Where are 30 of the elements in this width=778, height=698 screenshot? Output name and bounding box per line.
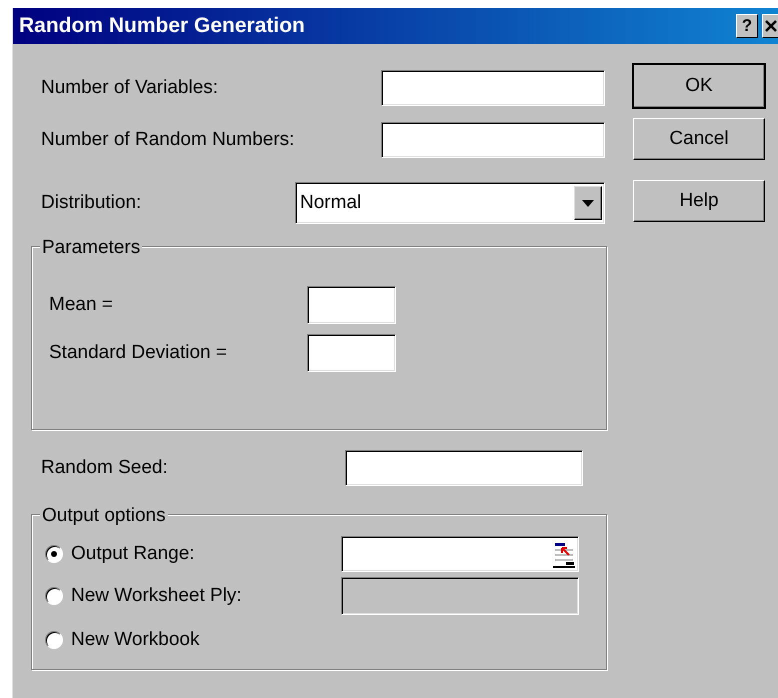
help-button[interactable]: ?	[736, 14, 758, 38]
field-label: Random Seed:	[41, 456, 169, 480]
field-label: Standard Deviation =	[49, 340, 228, 365]
dropdown-button[interactable]	[574, 186, 602, 220]
field-label: Number of Variables:	[41, 76, 218, 100]
caret-icon	[582, 200, 594, 206]
dropdown-field[interactable]: Normal	[295, 182, 605, 224]
dialog-button[interactable]: Help	[633, 180, 765, 222]
field-label: Mean =	[49, 292, 114, 317]
range-select-icon[interactable]	[553, 540, 575, 568]
radio-button[interactable]	[45, 545, 63, 563]
option-label: New Worksheet Ply:	[71, 584, 243, 608]
input-field[interactable]	[345, 450, 583, 486]
option-label: New Workbook	[71, 628, 200, 652]
dialog-button[interactable]: Cancel	[633, 118, 765, 160]
dialog-button[interactable]: OK	[633, 64, 765, 108]
close-button[interactable]	[762, 14, 778, 38]
input-field[interactable]	[307, 334, 396, 372]
input-field[interactable]	[381, 70, 605, 106]
input-field[interactable]	[307, 286, 396, 324]
input-field[interactable]	[341, 536, 579, 572]
field-label: Number of Random Numbers:	[41, 128, 294, 152]
radio-button[interactable]	[45, 587, 63, 605]
option-label: Output Range:	[71, 542, 196, 566]
close-icon	[764, 20, 776, 32]
dropdown-value: Normal	[299, 190, 362, 215]
radio-button[interactable]	[45, 631, 63, 649]
window-title: Random Number Generation	[19, 13, 305, 40]
field-label: Distribution:	[41, 190, 142, 215]
input-field[interactable]	[381, 122, 605, 158]
